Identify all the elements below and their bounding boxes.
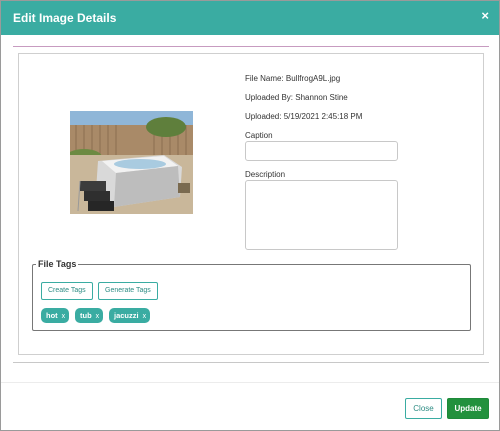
header-divider [13,46,489,47]
dialog-title: Edit Image Details [13,11,117,25]
tag-label: tub [80,311,92,320]
file-name-text: File Name: BullfrogA9L.jpg [245,74,341,83]
remove-tag-icon[interactable]: x [143,313,147,320]
create-tags-button[interactable]: Create Tags [41,282,93,300]
file-tags-legend: File Tags [38,259,77,269]
tag-chip-hot: hot x [41,308,70,323]
generate-tags-button[interactable]: Generate Tags [98,282,158,300]
tag-chip-jacuzzi: jacuzzi x [109,308,151,323]
remove-tag-icon[interactable]: x [96,313,100,320]
tag-chip-tub: tub x [75,308,104,323]
caption-input[interactable] [245,141,398,161]
close-icon[interactable]: × [481,8,489,23]
uploaded-by-text: Uploaded By: Shannon Stine [245,93,348,102]
edit-image-dialog: Edit Image Details × File Name: Bullfrog… [0,0,500,431]
footer-divider [13,362,489,363]
uploaded-date-text: Uploaded: 5/19/2021 2:45:18 PM [245,112,363,121]
tag-label: hot [46,311,58,320]
description-label: Description [245,170,286,179]
footer-separator [1,382,499,383]
tag-label: jacuzzi [114,311,139,320]
hot-tub-photo [70,111,193,214]
caption-label: Caption [245,131,273,140]
dialog-header: Edit Image Details × [1,1,499,35]
close-button[interactable]: Close [405,398,442,419]
image-preview [70,111,193,214]
remove-tag-icon[interactable]: x [62,313,66,320]
update-button[interactable]: Update [447,398,489,419]
image-details-panel: File Name: BullfrogA9L.jpg Uploaded By: … [18,53,484,355]
description-textarea[interactable] [245,180,398,250]
